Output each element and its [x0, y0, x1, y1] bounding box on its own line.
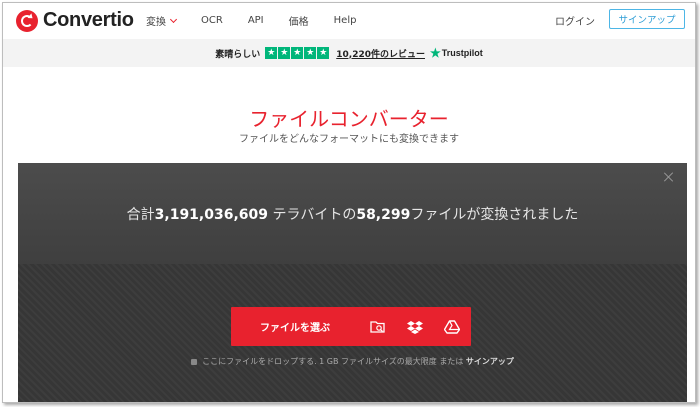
close-icon[interactable]: [663, 171, 675, 183]
stats-banner: 合計3,191,036,609 テラバイトの58,299ファイルが変換されました: [18, 163, 687, 264]
drop-hint: ここにファイルをドロップする. 1 GB ファイルサイズの最大限度 または サイ…: [18, 356, 687, 367]
stats-mid: テラバイトの: [268, 207, 357, 223]
star-icon: ★: [304, 47, 317, 59]
star-icon: ★: [278, 47, 291, 59]
nav-link-api[interactable]: API: [248, 13, 264, 28]
rating-stars: ★ ★ ★ ★ ★: [265, 47, 330, 59]
convertio-logo-icon: [16, 9, 38, 32]
nav-link-convert-label: 変換: [146, 17, 166, 28]
drop-hint-signup-link[interactable]: サインアップ: [466, 357, 514, 366]
star-icon: ★: [317, 47, 330, 59]
nav-links: 変換 OCR API 価格 Help: [146, 13, 381, 28]
page-subtitle: ファイルをどんなフォーマットにも変換できます: [239, 134, 459, 145]
star-icon: ★: [291, 47, 304, 59]
logo[interactable]: Convertio: [16, 9, 134, 32]
trust-label: 素晴らしい: [215, 49, 261, 60]
stats-total: 3,191,036,609: [154, 207, 269, 223]
stats-suffix: ファイルが変換されました: [410, 207, 579, 223]
trustpilot-logo[interactable]: ★ Trustpilot: [430, 46, 483, 60]
page-title: ファイルコンバーター: [249, 107, 449, 131]
top-nav: Convertio 変換 OCR API 価格 Help ログイン サインアップ: [3, 3, 695, 39]
stats-file-count: 58,299: [356, 207, 411, 223]
conversion-stats: 合計3,191,036,609 テラバイトの58,299ファイルが変換されました: [18, 204, 687, 224]
file-chooser: ファイルを選ぶ: [231, 307, 471, 346]
login-link[interactable]: ログイン: [555, 13, 595, 28]
dropbox-icon[interactable]: [396, 307, 433, 346]
browser-frame: Convertio 変換 OCR API 価格 Help ログイン サインアップ…: [2, 2, 696, 403]
folder-search-icon[interactable]: [359, 307, 396, 346]
google-drive-icon[interactable]: [433, 307, 470, 346]
trust-bar: 素晴らしい ★ ★ ★ ★ ★ 10,220件のレビュー ★ Trustpilo…: [3, 39, 695, 67]
choose-files-button[interactable]: ファイルを選ぶ: [231, 319, 359, 334]
nav-link-ocr[interactable]: OCR: [201, 13, 223, 28]
upload-panel: 合計3,191,036,609 テラバイトの58,299ファイルが変換されました…: [18, 163, 687, 402]
chevron-down-icon: [169, 15, 178, 23]
drop-hint-text: ここにファイルをドロップする. 1 GB ファイルサイズの最大限度 または: [202, 357, 464, 366]
nav-link-help[interactable]: Help: [334, 13, 357, 28]
logo-text: Convertio: [43, 9, 134, 31]
lock-icon: [191, 358, 198, 365]
trustpilot-star-icon: ★: [429, 46, 441, 60]
signup-button[interactable]: サインアップ: [609, 9, 685, 29]
star-icon: ★: [265, 47, 278, 59]
nav-link-convert[interactable]: 変換: [146, 13, 178, 28]
trustpilot-text: Trustpilot: [441, 48, 483, 58]
stats-prefix: 合計: [126, 207, 155, 223]
nav-link-pricing[interactable]: 価格: [289, 13, 309, 28]
reviews-link[interactable]: 10,220件のレビュー: [336, 47, 425, 60]
